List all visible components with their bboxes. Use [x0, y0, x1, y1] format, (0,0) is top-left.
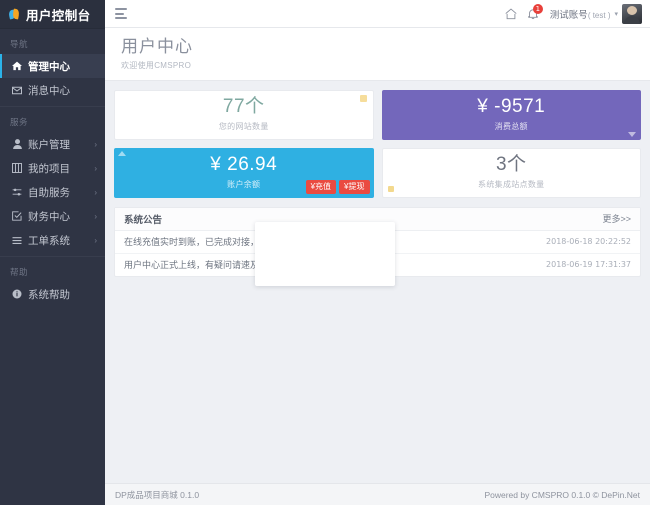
chevron-right-icon: › — [94, 188, 97, 197]
alert-marker-icon — [388, 186, 394, 192]
sidebar-item-message-center[interactable]: 消息中心 — [0, 78, 105, 102]
brand[interactable]: 用户控制台 — [0, 0, 105, 29]
sidebar-group-label-service: 服务 — [0, 107, 105, 132]
chevron-right-icon: › — [94, 140, 97, 149]
top-bar: 1 测试账号( test ) ▾ — [105, 0, 650, 28]
page-subtitle: 欢迎使用CMSPRO — [121, 60, 650, 71]
list-icon — [10, 236, 24, 245]
check-square-icon — [10, 211, 24, 221]
stat-value: ¥ -9571 — [477, 97, 545, 116]
user-name: 测试账号( test ) — [550, 7, 611, 21]
sidebar-item-label: 消息中心 — [28, 83, 70, 98]
sidebar-item-label: 我的项目 — [28, 161, 70, 176]
app-logo-icon — [9, 8, 21, 20]
stat-label: 您的网站数量 — [219, 121, 269, 132]
stat-label: 系统集成站点数量 — [478, 179, 544, 190]
sidebar-item-ticket-system[interactable]: 工单系统 › — [0, 228, 105, 252]
balance-actions: ¥充值 ¥提现 — [306, 180, 370, 194]
chevron-down-icon: ▾ — [614, 10, 618, 18]
bell-icon[interactable]: 1 — [522, 3, 544, 25]
sidebar: 用户控制台 导航 管理中心 消息中心 服务 账户管理 › — [0, 0, 105, 505]
home-icon[interactable] — [500, 3, 522, 25]
brand-title: 用户控制台 — [26, 5, 91, 24]
user-icon — [10, 139, 24, 149]
sidebar-item-label: 账户管理 — [28, 137, 70, 152]
chevron-right-icon: › — [94, 164, 97, 173]
chevron-right-icon: › — [94, 236, 97, 245]
sidebar-item-my-projects[interactable]: 我的项目 › — [0, 156, 105, 180]
notification-badge: 1 — [533, 4, 543, 14]
sidebar-group-label-help: 帮助 — [0, 257, 105, 282]
hamburger-icon[interactable] — [115, 8, 127, 19]
sidebar-item-label: 工单系统 — [28, 233, 70, 248]
stat-card-integrated-sites[interactable]: 3个 系统集成站点数量 — [382, 148, 642, 198]
announcement-date: 2018-06-18 20:22:52 — [546, 237, 631, 246]
sidebar-item-label: 系统帮助 — [28, 287, 70, 302]
sliders-icon — [10, 187, 24, 197]
stat-card-balance[interactable]: ¥ 26.94 账户余额 ¥充值 ¥提现 — [114, 148, 374, 198]
stat-label: 消费总额 — [495, 121, 528, 132]
announcement-date: 2018-06-19 17:31:37 — [546, 260, 631, 269]
user-login-text: ( test ) — [588, 11, 611, 20]
triangle-marker-icon — [628, 132, 636, 137]
sidebar-group-label-nav: 导航 — [0, 29, 105, 54]
alert-marker-icon — [360, 95, 367, 102]
envelope-icon — [10, 86, 24, 95]
stat-label: 账户余额 — [227, 179, 260, 190]
user-menu[interactable]: 测试账号( test ) ▾ — [550, 4, 642, 24]
stat-card-grid: 77个 您的网站数量 ¥ -9571 消费总额 ¥ 26.94 账户余额 ¥充值… — [114, 90, 641, 198]
stat-card-sites[interactable]: 77个 您的网站数量 — [114, 90, 374, 140]
avatar[interactable] — [622, 4, 642, 24]
page-header: 用户中心 欢迎使用CMSPRO — [105, 28, 650, 81]
sidebar-item-account-management[interactable]: 账户管理 › — [0, 132, 105, 156]
app-root: 用户控制台 导航 管理中心 消息中心 服务 账户管理 › — [0, 0, 650, 505]
more-link[interactable]: 更多>> — [602, 212, 631, 225]
sidebar-item-label: 财务中心 — [28, 209, 70, 224]
recharge-button[interactable]: ¥充值 — [306, 180, 336, 194]
sidebar-item-finance-center[interactable]: 财务中心 › — [0, 204, 105, 228]
footer-left-text: DP成品项目商城 0.1.0 — [115, 489, 199, 501]
sidebar-item-management-center[interactable]: 管理中心 — [0, 54, 105, 78]
withdraw-button[interactable]: ¥提现 — [339, 180, 369, 194]
sidebar-item-label: 自助服务 — [28, 185, 70, 200]
page-title: 用户中心 — [121, 37, 650, 57]
sidebar-item-label: 管理中心 — [28, 59, 70, 74]
sidebar-item-system-help[interactable]: 系统帮助 — [0, 282, 105, 306]
user-name-text: 测试账号 — [550, 10, 588, 21]
home-icon — [10, 61, 24, 71]
info-icon — [10, 289, 24, 299]
triangle-marker-icon — [118, 151, 126, 156]
popup-overlay[interactable] — [255, 222, 395, 286]
stat-value: 3个 — [496, 155, 527, 174]
stat-value: 77个 — [223, 97, 265, 116]
grid-icon — [10, 163, 24, 173]
sidebar-item-self-service[interactable]: 自助服务 › — [0, 180, 105, 204]
stat-card-total-spend[interactable]: ¥ -9571 消费总额 — [382, 90, 642, 140]
stat-value: ¥ 26.94 — [210, 155, 277, 174]
chevron-right-icon: › — [94, 212, 97, 221]
footer: DP成品项目商城 0.1.0 Powered by CMSPRO 0.1.0 ©… — [105, 483, 650, 505]
panel-title: 系统公告 — [124, 212, 162, 226]
footer-right-text: Powered by CMSPRO 0.1.0 © DePin.Net — [484, 490, 640, 500]
